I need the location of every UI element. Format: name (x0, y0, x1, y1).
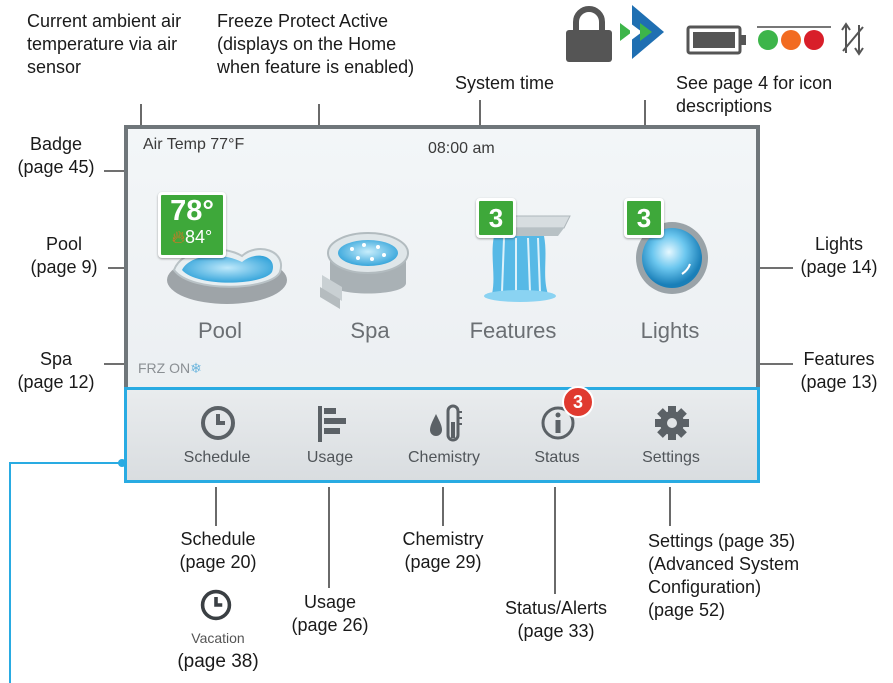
freeze-label: FRZ ON (138, 360, 191, 376)
flame-icon: 🔥︎ (171, 227, 185, 247)
bottom-nav-bar: Schedule Usage Chemistry Status 3 Settin… (124, 386, 760, 483)
spa-label: Spa (350, 318, 390, 343)
annotation-icon-descriptions: See page 4 for icon descriptions (676, 73, 833, 116)
nav-chemistry-label: Chemistry (407, 449, 480, 466)
freeze-indicator: FRZ ON❄ (138, 360, 202, 377)
status-icons-row (564, 3, 893, 63)
battery-icon (686, 25, 746, 55)
annotation-schedule: Schedule (page 20) (179, 529, 257, 572)
pool-temp-badge: 78° 🔥︎84° (158, 192, 226, 258)
lights-label: Lights (640, 318, 700, 343)
snowflake-icon: ❄ (190, 360, 202, 376)
nav-usage-label: Usage (306, 449, 354, 466)
annotation-status: Status/Alerts (page 33) (504, 598, 608, 641)
pool-setpoint: 🔥︎84° (171, 227, 213, 247)
annotation-settings: Settings (page 35) (Advanced System Conf… (648, 531, 800, 620)
nav-status[interactable]: Status 3 (502, 386, 612, 480)
pool-temp: 78° (170, 195, 214, 227)
system-time-readout: 08:00 am (428, 140, 495, 157)
vacation-page: (page 38) (177, 651, 259, 672)
nav-chemistry[interactable]: Chemistry (389, 390, 499, 480)
annotation-usage: Usage (page 26) (291, 592, 369, 635)
spa-tile[interactable] (310, 205, 420, 325)
chemistry-icon (430, 404, 462, 442)
vacation-clock-icon (200, 589, 232, 621)
annotation-spa: Spa (page 12) (17, 349, 95, 392)
lights-tile[interactable]: 3 (620, 198, 720, 328)
nav-settings[interactable]: Settings (616, 390, 726, 480)
annotation-lights: Lights (page 14) (800, 234, 878, 277)
lock-icon (566, 6, 612, 62)
connection-logo-icon (620, 5, 664, 59)
status-alert-badge: 3 (562, 386, 594, 418)
pool-label: Pool (197, 318, 243, 343)
nav-usage[interactable]: Usage (275, 390, 385, 480)
annotation-system-time: System time (455, 73, 555, 93)
annotation-features: Features (page 13) (800, 349, 878, 392)
clock-icon (201, 406, 235, 440)
usage-icon (318, 406, 346, 442)
features-label: Features (469, 318, 557, 343)
annotation-badge: Badge (page 45) (17, 134, 95, 177)
nav-settings-label: Settings (642, 449, 700, 466)
annotation-air-temp: Current ambient air temperature via air … (27, 11, 182, 77)
nav-status-label: Status (534, 449, 580, 466)
status-lights-icon (757, 26, 831, 50)
transfer-arrows-icon (841, 22, 864, 56)
lights-badge: 3 (624, 198, 664, 238)
nav-schedule-label: Schedule (183, 449, 251, 466)
gear-icon (655, 406, 689, 440)
features-badge: 3 (476, 198, 516, 238)
nav-schedule[interactable]: Schedule (162, 390, 272, 480)
features-tile[interactable]: 3 (472, 198, 582, 328)
vacation-label: Vacation (191, 630, 245, 646)
annotation-pool: Pool (page 9) (30, 234, 98, 277)
spa-icon (320, 232, 409, 309)
annotation-chemistry: Chemistry (page 29) (402, 529, 484, 572)
air-temp-readout: Air Temp 77°F (143, 136, 245, 153)
annotation-freeze-protect: Freeze Protect Active (displays on the H… (217, 11, 415, 77)
